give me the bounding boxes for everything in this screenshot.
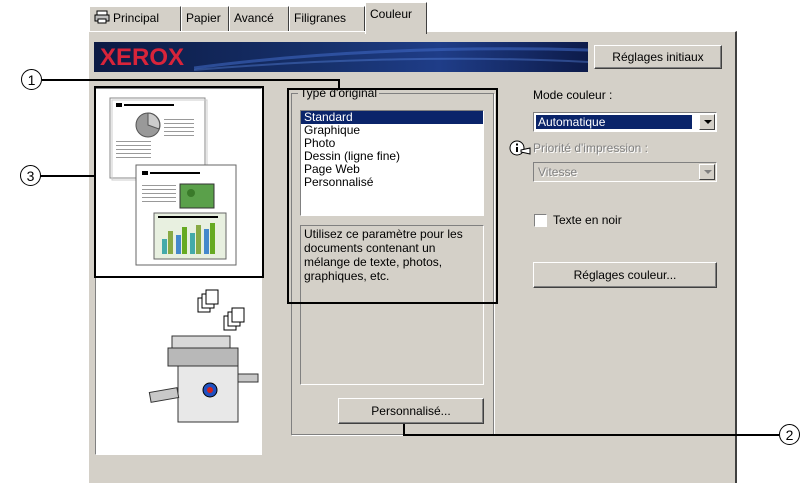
callout-highlight-preview [94,86,264,278]
tab-couleur[interactable]: Couleur [365,2,427,34]
banner-swoosh [194,47,588,71]
tab-label: Papier [186,11,221,25]
custom-button[interactable]: Personnalisé... [338,398,484,424]
button-label: Personnalisé... [371,404,451,418]
black-text-label[interactable]: Texte en noir [553,213,622,227]
color-settings-button[interactable]: Réglages couleur... [533,262,717,288]
initial-settings-button[interactable]: Réglages initiaux [594,45,722,69]
callout-highlight-original-type [287,88,498,304]
printer-icon [94,9,110,24]
print-priority-select: Vitesse [533,162,717,182]
callout-number-1: 1 [21,69,42,90]
black-text-checkbox[interactable] [534,214,547,227]
xerox-banner: XEROX [94,42,588,72]
tab-papier[interactable]: Papier [181,6,229,32]
color-mode-select[interactable]: Automatique [533,112,717,132]
tab-avance[interactable]: Avancé [229,6,289,32]
info-icon [509,140,531,158]
tab-label: Couleur [370,7,413,21]
chevron-down-icon[interactable] [699,114,715,130]
color-mode-label: Mode couleur : [533,88,613,102]
tab-label: Principal [113,11,160,25]
callout-line [338,79,340,89]
callout-number-2: 2 [779,424,800,445]
print-priority-label: Priorité d'impression : [533,141,648,155]
print-priority-value: Vitesse [538,165,578,179]
button-label: Réglages couleur... [573,268,677,282]
xerox-logo: XEROX [100,44,185,71]
tab-principal[interactable]: Principal [89,6,181,32]
callout-line [403,424,405,436]
tab-filigranes[interactable]: Filigranes [289,6,365,32]
callout-line [40,175,96,177]
callout-number-3: 3 [20,165,41,186]
callout-line [403,434,779,436]
callout-line [42,79,340,81]
button-label: Réglages initiaux [612,50,704,64]
color-mode-value: Automatique [536,115,692,129]
chevron-down-icon [699,164,715,180]
tab-label: Filigranes [294,11,347,25]
tab-label: Avancé [234,11,274,25]
